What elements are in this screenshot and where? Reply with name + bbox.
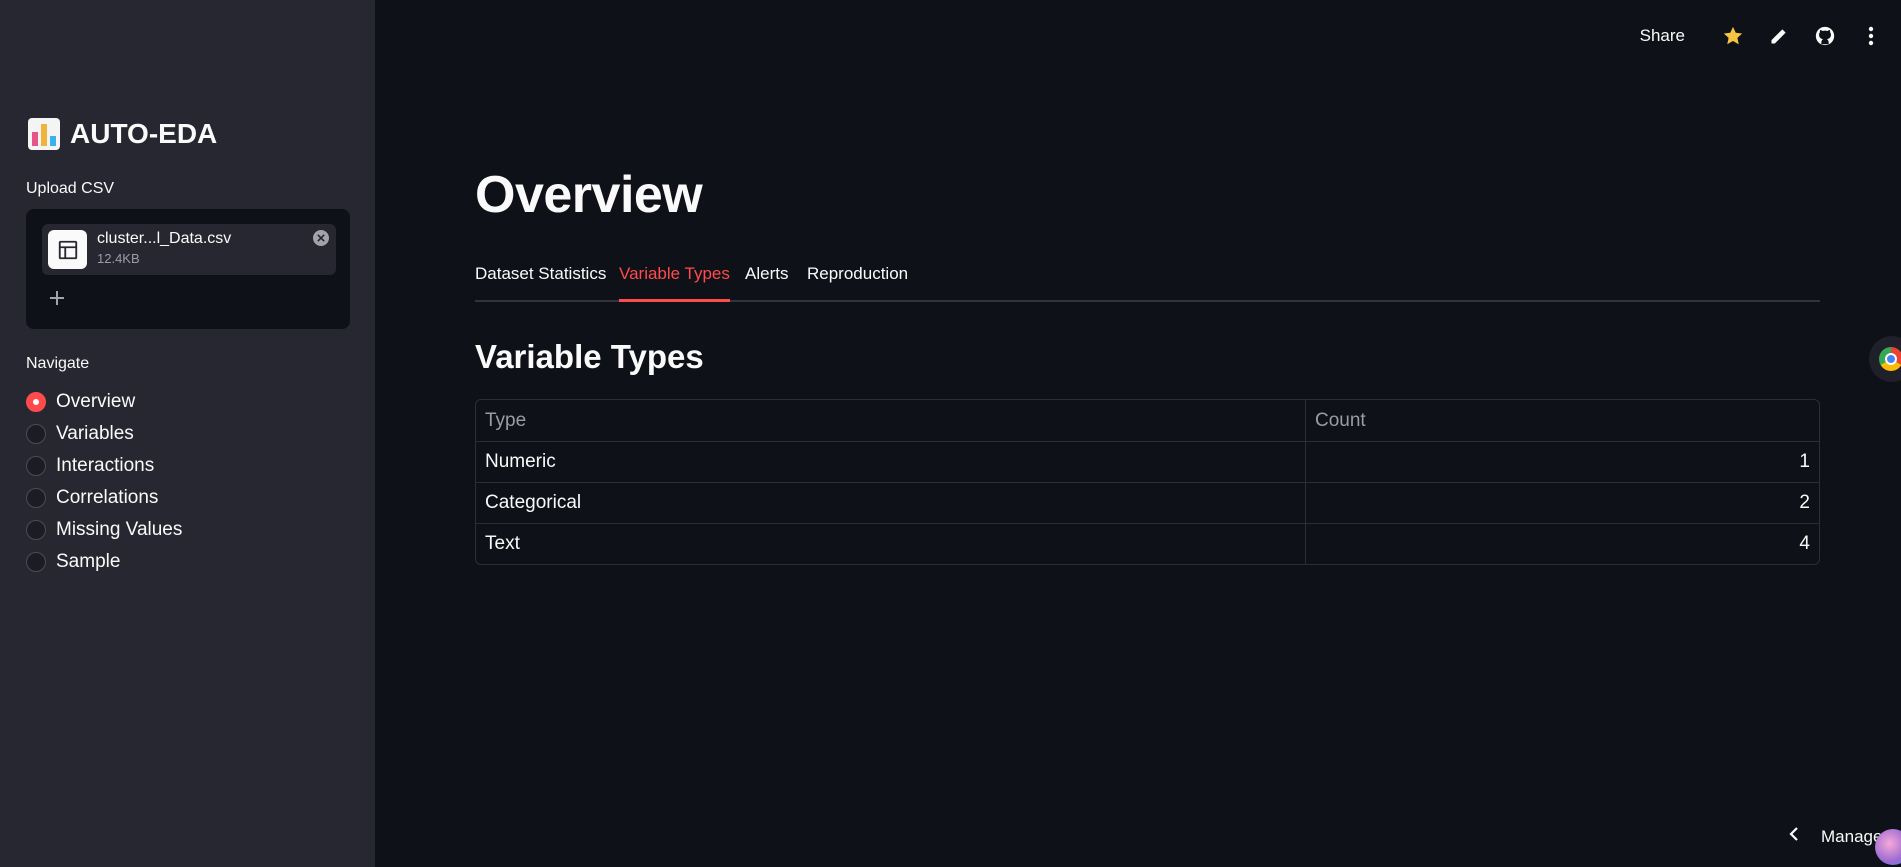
nav-option-missing-values[interactable]: Missing Values	[26, 514, 182, 546]
tab-dataset-statistics[interactable]: Dataset Statistics	[475, 264, 606, 302]
radio-icon	[26, 456, 46, 476]
nav-option-interactions[interactable]: Interactions	[26, 450, 182, 482]
chevron-left-icon	[1789, 826, 1799, 847]
nav-option-label: Correlations	[56, 487, 159, 508]
radio-icon	[26, 552, 46, 572]
column-header-type[interactable]: Type	[476, 400, 1306, 441]
column-header-count[interactable]: Count	[1306, 400, 1819, 441]
chrome-icon	[1879, 347, 1901, 371]
kebab-menu-icon[interactable]	[1859, 24, 1883, 48]
nav-option-label: Interactions	[56, 455, 155, 476]
uploaded-file: cluster...l_Data.csv 12.4KB	[42, 224, 336, 275]
table-cell-count[interactable]: 1	[1306, 442, 1819, 482]
radio-selected-icon	[26, 392, 46, 412]
chrome-extension-button[interactable]	[1869, 336, 1901, 382]
add-file-icon[interactable]	[46, 287, 68, 309]
nav-option-label: Missing Values	[56, 519, 183, 540]
table-cell-type[interactable]: Categorical	[476, 483, 1306, 523]
tab-alerts[interactable]: Alerts	[745, 264, 788, 302]
table-cell-type[interactable]: Numeric	[476, 442, 1306, 482]
pencil-icon[interactable]	[1767, 24, 1791, 48]
file-uploader[interactable]: cluster...l_Data.csv 12.4KB	[26, 209, 350, 329]
nav-option-label: Variables	[56, 423, 134, 444]
radio-icon	[26, 488, 46, 508]
file-size: 12.4KB	[97, 251, 140, 266]
table-row: Text 4	[476, 523, 1819, 564]
nav-option-correlations[interactable]: Correlations	[26, 482, 182, 514]
file-name: cluster...l_Data.csv	[97, 230, 232, 247]
table-header-row: Type Count	[476, 400, 1819, 441]
upload-label: Upload CSV	[26, 180, 115, 197]
nav-option-variables[interactable]: Variables	[26, 418, 182, 450]
section-title: Variable Types	[475, 338, 704, 375]
navigate-radio-group: Overview Variables Interactions Correlat…	[26, 386, 182, 578]
radio-icon	[26, 520, 46, 540]
tab-bar: Dataset Statistics Variable Types Alerts…	[475, 262, 1820, 302]
radio-icon	[26, 424, 46, 444]
bar-chart-icon	[28, 118, 60, 150]
github-icon[interactable]	[1813, 24, 1837, 48]
app-title-text: AUTO-EDA	[70, 118, 218, 149]
variable-types-table[interactable]: Type Count Numeric 1 Categorical 2 Text …	[475, 399, 1820, 565]
nav-option-label: Sample	[56, 551, 121, 572]
tab-reproduction[interactable]: Reproduction	[807, 264, 908, 302]
share-button[interactable]: Share	[1640, 26, 1685, 46]
navigate-label: Navigate	[26, 355, 90, 372]
table-cell-count[interactable]: 2	[1306, 483, 1819, 523]
table-row: Numeric 1	[476, 441, 1819, 482]
star-icon[interactable]	[1721, 24, 1745, 48]
table-cell-count[interactable]: 4	[1306, 524, 1819, 564]
sidebar: AUTO-EDA Upload CSV cluster...l_Data.csv…	[0, 0, 375, 867]
table-row: Categorical 2	[476, 482, 1819, 523]
nav-option-sample[interactable]: Sample	[26, 546, 182, 578]
page-title: Overview	[475, 166, 703, 224]
remove-file-icon[interactable]	[313, 230, 329, 246]
app-title: AUTO-EDA	[28, 118, 217, 150]
nav-option-overview[interactable]: Overview	[26, 386, 182, 418]
file-table-icon	[48, 230, 87, 269]
tab-variable-types[interactable]: Variable Types	[619, 264, 730, 302]
table-cell-type[interactable]: Text	[476, 524, 1306, 564]
avatar[interactable]	[1875, 829, 1901, 865]
nav-option-label: Overview	[56, 391, 136, 412]
header-toolbar: Share	[1640, 22, 1883, 50]
